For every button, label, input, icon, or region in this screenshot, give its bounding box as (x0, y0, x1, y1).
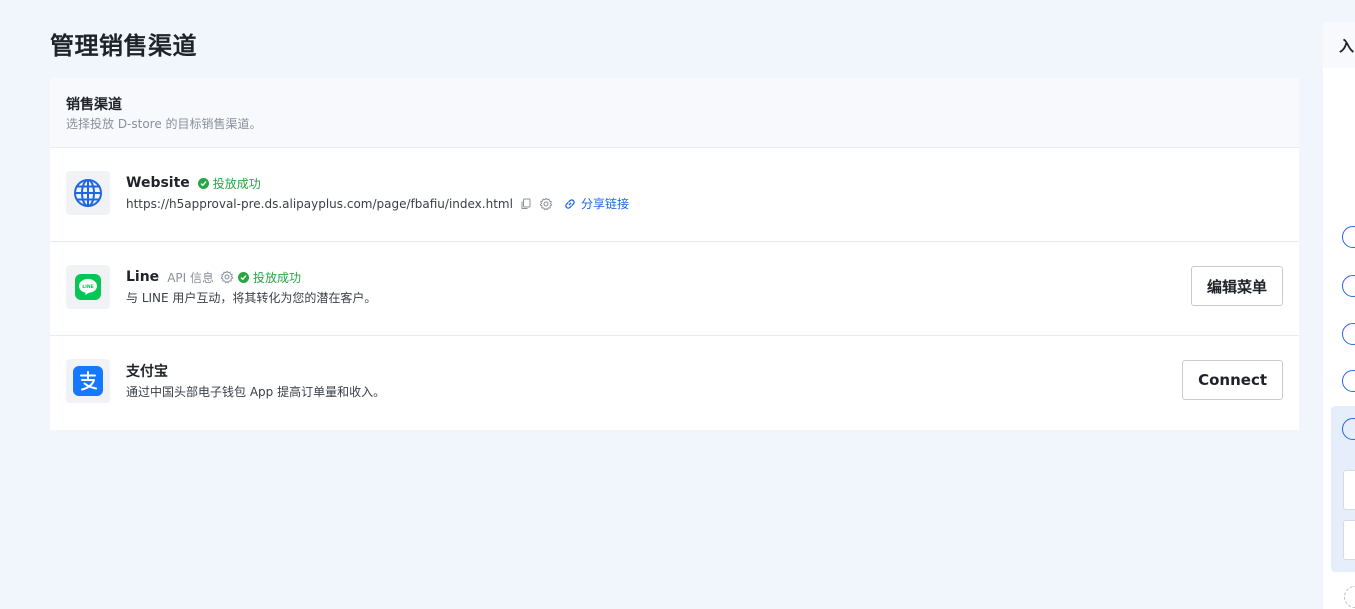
status-text: 投放成功 (253, 270, 302, 285)
card-header: 销售渠道 选择投放 D-store 的目标销售渠道。 (50, 78, 1299, 148)
channel-description: 与 LINE 用户互动，将其转化为您的潜在客户。 (126, 291, 377, 305)
line-logo-icon: LINE (66, 265, 110, 309)
sales-channels-card: 销售渠道 选择投放 D-store 的目标销售渠道。 Website 投放成功 (50, 78, 1299, 430)
channel-name: Website (126, 175, 190, 191)
channel-row-website: Website 投放成功 https://h5approval-pre.ds.a… (50, 148, 1299, 242)
page-title: 管理销售渠道 (50, 32, 197, 60)
channel-name: Line (126, 269, 160, 285)
channel-row-alipay: 支付宝 通过中国头部电子钱包 App 提高订单量和收入。 Connect (50, 336, 1299, 430)
pending-step-icon (1344, 586, 1355, 608)
alipay-logo-icon (66, 359, 110, 403)
step-check-icon[interactable] (1342, 275, 1355, 297)
share-link-button[interactable]: 分享链接 (563, 196, 629, 212)
channel-description: 通过中国头部电子钱包 App 提高订单量和收入。 (126, 385, 386, 399)
website-info: Website 投放成功 https://h5approval-pre.ds.a… (126, 173, 629, 212)
success-check-icon (238, 271, 249, 283)
line-info: Line API 信息 投放成功 与 LINE 用户互动，将其转化为您的潜在客户… (126, 267, 376, 306)
link-icon (565, 199, 575, 209)
edit-menu-button[interactable]: 编辑菜单 (1190, 266, 1283, 306)
step-check-icon[interactable] (1342, 323, 1355, 345)
alipay-info: 支付宝 通过中国头部电子钱包 App 提高订单量和收入。 (126, 361, 385, 400)
status-badge: 投放成功 (197, 175, 261, 192)
api-settings-icon[interactable] (220, 270, 234, 284)
channel-row-line: LINE Line API 信息 投放成功 与 LINE 用户互动，将其转化为您… (50, 242, 1299, 336)
status-badge: 投放成功 (238, 269, 301, 286)
api-info-label: API 信息 (167, 270, 214, 285)
website-url: https://h5approval-pre.ds.alipayplus.com… (126, 197, 513, 211)
step-check-icon[interactable] (1342, 370, 1355, 392)
globe-icon (66, 171, 110, 215)
svg-text:LINE: LINE (82, 284, 93, 290)
status-text: 投放成功 (212, 176, 261, 191)
side-panel-title: 入 (1323, 22, 1355, 68)
card-title: 销售渠道 (66, 97, 122, 113)
channel-name: 支付宝 (126, 364, 168, 380)
copy-icon[interactable] (519, 197, 533, 211)
connect-button[interactable]: Connect (1182, 360, 1283, 400)
side-panel-input[interactable] (1343, 520, 1355, 560)
step-check-icon[interactable] (1342, 226, 1355, 248)
settings-icon[interactable] (539, 197, 553, 211)
share-link-label: 分享链接 (580, 197, 629, 211)
card-subtitle: 选择投放 D-store 的目标销售渠道。 (66, 117, 262, 131)
success-check-icon (197, 177, 209, 189)
side-panel: 入 (1323, 22, 1355, 609)
side-panel-input[interactable] (1343, 470, 1355, 510)
